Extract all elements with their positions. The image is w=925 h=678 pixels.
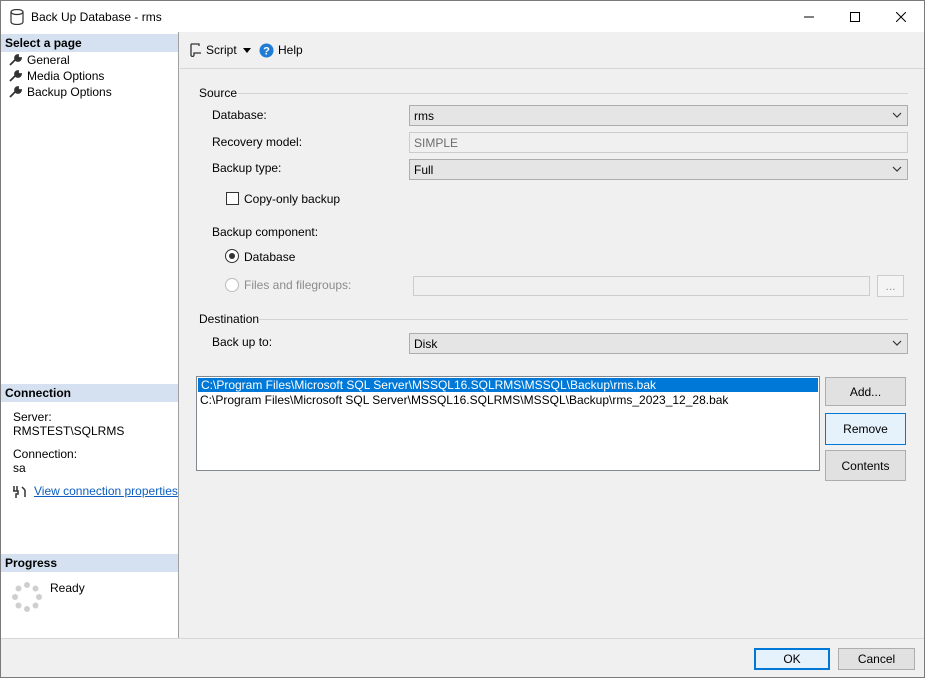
browse-filegroups-button[interactable]: ... bbox=[877, 275, 904, 297]
svg-text:?: ? bbox=[263, 45, 270, 57]
script-dropdown-button[interactable] bbox=[243, 42, 251, 58]
database-label: Database: bbox=[212, 108, 267, 122]
chevron-down-icon bbox=[243, 47, 251, 53]
progress-spinner-icon bbox=[12, 582, 42, 612]
chevron-down-icon bbox=[892, 112, 902, 118]
page-backup-options[interactable]: Backup Options bbox=[9, 84, 112, 100]
destination-divider bbox=[258, 319, 908, 320]
connection-properties-icon bbox=[13, 486, 26, 498]
list-item[interactable]: C:\Program Files\Microsoft SQL Server\MS… bbox=[198, 378, 818, 392]
component-files-radio[interactable] bbox=[225, 278, 239, 292]
back-up-to-label: Back up to: bbox=[212, 335, 273, 349]
select-page-header: Select a page bbox=[1, 34, 178, 52]
page-general-label: General bbox=[27, 53, 70, 67]
title-bar: Back Up Database - rms bbox=[1, 1, 924, 32]
wrench-icon bbox=[9, 53, 22, 66]
server-value: RMSTEST\SQLRMS bbox=[13, 424, 125, 438]
left-pane: Select a page General Media Options Back… bbox=[1, 32, 179, 638]
server-label: Server: bbox=[13, 410, 52, 424]
maximize-icon bbox=[850, 11, 860, 22]
component-database-radio[interactable] bbox=[225, 249, 239, 263]
list-item[interactable]: C:\Program Files\Microsoft SQL Server\MS… bbox=[197, 393, 819, 407]
general-page-content: Source Database: rms Recovery model: SIM… bbox=[180, 69, 924, 638]
source-divider bbox=[238, 93, 908, 94]
progress-status: Ready bbox=[50, 581, 85, 595]
recovery-model-field: SIMPLE bbox=[409, 132, 908, 153]
component-files-label: Files and filegroups: bbox=[244, 278, 352, 292]
connection-header: Connection bbox=[1, 384, 178, 402]
add-button[interactable]: Add... bbox=[825, 377, 906, 406]
connection-value: sa bbox=[13, 461, 26, 475]
backup-database-dialog: Back Up Database - rms Select a page Gen… bbox=[0, 0, 925, 678]
page-media-options-label: Media Options bbox=[27, 69, 105, 83]
cancel-button[interactable]: Cancel bbox=[838, 648, 915, 670]
help-label: Help bbox=[278, 43, 303, 57]
database-combo[interactable]: rms bbox=[409, 105, 908, 126]
dialog-footer: OK Cancel bbox=[1, 638, 924, 677]
remove-button[interactable]: Remove bbox=[825, 413, 906, 445]
backup-type-label: Backup type: bbox=[212, 161, 282, 175]
backup-type-combo[interactable]: Full bbox=[409, 159, 908, 180]
wrench-icon bbox=[9, 69, 22, 82]
backup-type-value: Full bbox=[414, 163, 434, 177]
script-button[interactable]: Script bbox=[188, 42, 237, 58]
page-backup-options-label: Backup Options bbox=[27, 85, 112, 99]
source-group-label: Source bbox=[199, 86, 238, 100]
close-button[interactable] bbox=[878, 1, 924, 32]
database-value: rms bbox=[414, 109, 434, 123]
toolbar: Script ? Help bbox=[180, 32, 924, 69]
filegroups-field bbox=[413, 276, 870, 296]
view-connection-properties-link[interactable]: View connection properties bbox=[34, 484, 178, 498]
wrench-icon bbox=[9, 85, 22, 98]
database-icon bbox=[10, 9, 24, 25]
close-icon bbox=[896, 11, 906, 22]
connection-label: Connection: bbox=[13, 447, 78, 461]
copy-only-checkbox[interactable] bbox=[226, 192, 239, 205]
help-icon: ? bbox=[259, 43, 274, 57]
copy-only-label: Copy-only backup bbox=[244, 192, 341, 206]
progress-header: Progress bbox=[1, 554, 178, 572]
minimize-button[interactable] bbox=[786, 1, 832, 32]
contents-button[interactable]: Contents bbox=[825, 450, 906, 481]
help-button[interactable]: ? Help bbox=[259, 42, 303, 58]
page-general[interactable]: General bbox=[9, 52, 70, 68]
script-label: Script bbox=[206, 43, 237, 57]
script-icon bbox=[190, 43, 201, 57]
back-up-to-combo[interactable]: Disk bbox=[409, 333, 908, 354]
component-database-label: Database bbox=[244, 250, 296, 264]
page-media-options[interactable]: Media Options bbox=[9, 68, 104, 84]
chevron-down-icon bbox=[892, 340, 902, 346]
maximize-button[interactable] bbox=[832, 1, 878, 32]
window-title: Back Up Database - rms bbox=[31, 10, 162, 24]
minimize-icon bbox=[804, 16, 814, 17]
chevron-down-icon bbox=[892, 166, 902, 172]
backup-component-label: Backup component: bbox=[212, 225, 319, 239]
recovery-model-label: Recovery model: bbox=[212, 135, 303, 149]
ok-button[interactable]: OK bbox=[754, 648, 830, 670]
back-up-to-value: Disk bbox=[414, 337, 438, 351]
backup-destination-list[interactable]: C:\Program Files\Microsoft SQL Server\MS… bbox=[196, 376, 820, 471]
destination-group-label: Destination bbox=[199, 312, 260, 326]
